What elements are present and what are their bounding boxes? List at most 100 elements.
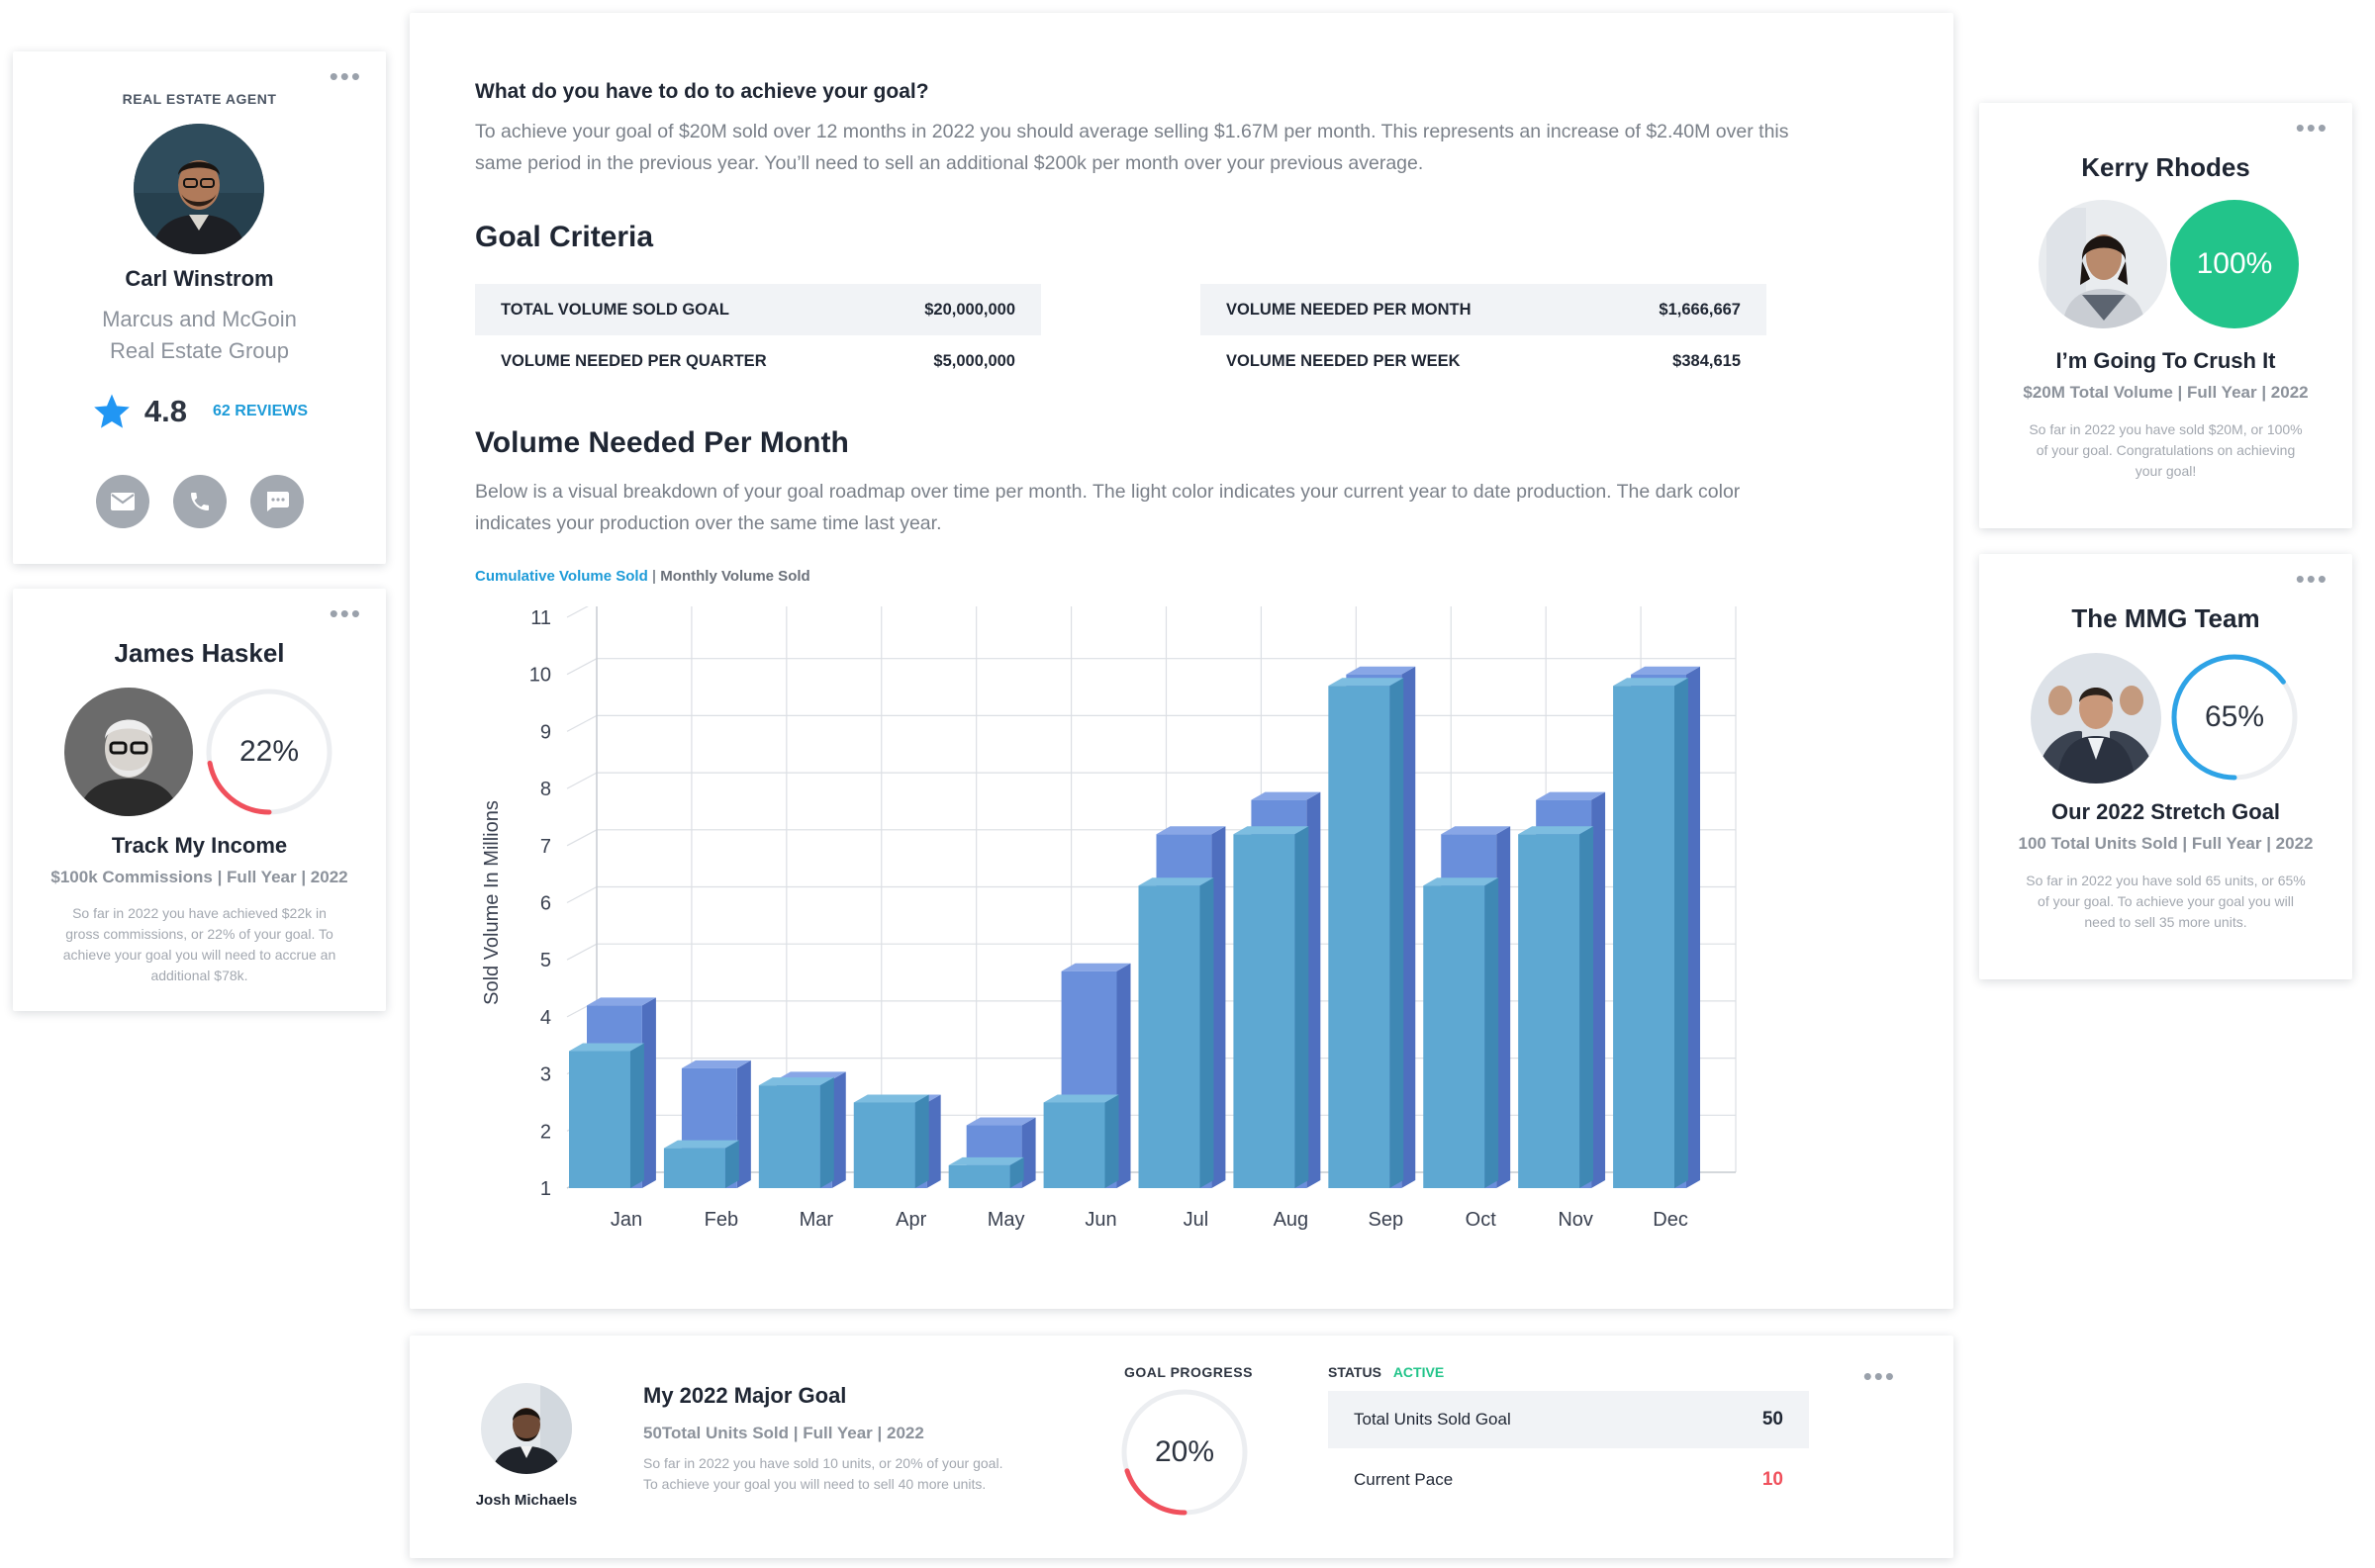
x-tick-label: Mar: [800, 1209, 834, 1231]
avatar: [134, 124, 264, 254]
desc-line: your goal!: [2135, 463, 2197, 479]
desc-line: So far in 2022 you have sold $20M, or 10…: [2029, 421, 2303, 437]
goal-description: So far in 2022 you have achieved $22k in…: [13, 903, 386, 986]
more-options-icon[interactable]: •••: [2296, 566, 2328, 592]
goal-roadmap-panel: What do you have to do to achieve your g…: [410, 13, 1953, 1309]
team-goal-card: ••• The MMG Team 65% Our 2022 Stretch Go…: [1979, 554, 2352, 979]
x-tick-label: Jul: [1184, 1209, 1209, 1231]
x-tick-label: Jun: [1085, 1209, 1116, 1231]
bar-current-year: [1518, 826, 1594, 1188]
goal-title: I’m Going To Crush It: [2055, 348, 2276, 373]
chart-desc-line: Below is a visual breakdown of your goal…: [475, 481, 1741, 503]
avatar: [2039, 200, 2167, 328]
y-tick-label: 3: [540, 1064, 551, 1086]
grid-line: [566, 606, 589, 618]
x-tick-label: Aug: [1274, 1209, 1309, 1231]
chart-desc-line: indicates your production over the same …: [475, 512, 942, 534]
card-owner-name: Kerry Rhodes: [2081, 152, 2250, 182]
more-options-icon[interactable]: •••: [2296, 115, 2328, 140]
more-options-icon[interactable]: •••: [1863, 1363, 1896, 1389]
status-badge: ACTIVE: [1392, 1364, 1445, 1380]
goal-title: Track My Income: [111, 833, 288, 858]
y-tick-label: 5: [540, 950, 551, 971]
y-tick-label: 7: [540, 836, 551, 858]
status-line: STATUS ACTIVE: [1328, 1364, 1444, 1380]
grid-line: [566, 714, 598, 732]
criteria-row: VOLUME NEEDED PER MONTH $1,666,667: [1200, 284, 1766, 335]
intro-paragraph: To achieve your goal of $20M sold over 1…: [475, 116, 1920, 179]
x-tick-label: Nov: [1558, 1209, 1593, 1231]
y-axis-title: Sold Volume In Millions: [481, 800, 503, 1005]
reviews-link[interactable]: 62 REVIEWS: [213, 403, 308, 420]
criteria-table-right: VOLUME NEEDED PER MONTH $1,666,667 VOLUM…: [1200, 284, 1766, 387]
chat-button[interactable]: [249, 475, 304, 528]
person-name: Josh Michaels: [475, 1492, 578, 1509]
row-value: 50: [1761, 1409, 1783, 1430]
agent-profile-card: ••• REAL ESTATE AGENT Carl Winstrom Marc…: [13, 51, 386, 564]
goal-description: So far in 2022 you have sold 65 units, o…: [1979, 871, 2352, 933]
desc-line: need to sell 35 more units.: [2084, 914, 2247, 930]
contact-buttons: [13, 475, 386, 528]
criteria-value: $1,666,667: [1659, 300, 1741, 319]
y-tick-label: 10: [529, 665, 551, 687]
x-tick-label: Sep: [1368, 1209, 1403, 1231]
desc-line: achieve your goal you will need to accru…: [62, 947, 336, 963]
goal-title: Our 2022 Stretch Goal: [2050, 799, 2281, 824]
kerry-goal-card: ••• Kerry Rhodes 100% I’m Going To Crush…: [1979, 103, 2352, 528]
chart-heading: Volume Needed Per Month: [475, 426, 849, 459]
y-tick-label: 11: [530, 607, 551, 629]
goal-description: So far in 2022 you have sold $20M, or 10…: [1979, 419, 2352, 482]
agent-company-line-1: Marcus and McGoin: [102, 307, 297, 331]
bar-current-year: [1233, 826, 1309, 1188]
table-row: Total Units Sold Goal 50: [1328, 1391, 1809, 1448]
criteria-label: VOLUME NEEDED PER WEEK: [1226, 351, 1461, 370]
bar-current-year: [1328, 678, 1404, 1188]
goal-meta: $100k Commissions | Full Year | 2022: [50, 868, 348, 886]
section-question: What do you have to do to achieve your g…: [475, 80, 929, 103]
avatar: [2031, 653, 2161, 784]
criteria-row: VOLUME NEEDED PER QUARTER $5,000,000: [475, 335, 1041, 387]
row-label: Total Units Sold Goal: [1354, 1410, 1511, 1429]
avatar: [64, 688, 193, 816]
criteria-heading: Goal Criteria: [475, 221, 654, 253]
rating-row: 4.8 62 REVIEWS: [13, 392, 386, 431]
criteria-label: TOTAL VOLUME SOLD GOAL: [501, 300, 729, 319]
more-options-icon[interactable]: •••: [330, 600, 362, 626]
progress-ring: 65%: [2170, 653, 2299, 782]
y-tick-label: 6: [540, 893, 551, 915]
desc-line: additional $78k.: [150, 968, 248, 983]
major-goal-card: ••• Josh Michaels My 2022 Major Goal 50T…: [410, 1336, 1953, 1558]
intro-line: To achieve your goal of $20M sold over 1…: [475, 121, 1789, 142]
criteria-row: VOLUME NEEDED PER WEEK $384,615: [1200, 335, 1766, 387]
grid-line: [566, 943, 598, 961]
y-tick-label: 4: [540, 1007, 551, 1029]
x-tick-label: May: [988, 1209, 1025, 1231]
goal-title: My 2022 Major Goal: [643, 1383, 847, 1408]
desc-line: To achieve your goal you will need to se…: [643, 1476, 987, 1492]
bar-current-year: [1423, 877, 1499, 1188]
progress-percent: 100%: [2196, 247, 2273, 280]
goal-description: So far in 2022 you have sold 10 units, o…: [643, 1453, 1002, 1495]
x-tick-label: Apr: [896, 1209, 926, 1231]
more-options-icon[interactable]: •••: [330, 63, 362, 89]
criteria-label: VOLUME NEEDED PER MONTH: [1226, 300, 1472, 319]
chart-description: Below is a visual breakdown of your goal…: [475, 476, 1920, 539]
grid-line: [566, 772, 598, 789]
bar-current-year: [853, 1094, 929, 1188]
grid-line: [566, 885, 598, 904]
bar-current-year: [1138, 877, 1214, 1188]
phone-button[interactable]: [172, 475, 227, 528]
tab-cumulative-volume[interactable]: Cumulative Volume Sold: [475, 568, 648, 585]
desc-line: So far in 2022 you have sold 10 units, o…: [643, 1455, 1003, 1471]
bar-current-year: [569, 1043, 644, 1188]
email-button[interactable]: [95, 475, 149, 528]
tab-separator: |: [651, 568, 657, 585]
desc-line: of your goal. Congratulations on achievi…: [2036, 442, 2296, 458]
desc-line: So far in 2022 you have sold 65 units, o…: [2026, 873, 2306, 888]
phone-icon: [190, 493, 209, 510]
goal-meta: $20M Total Volume | Full Year | 2022: [2023, 383, 2309, 402]
agent-name: Carl Winstrom: [125, 266, 274, 291]
desc-line: So far in 2022 you have achieved $22k in: [72, 905, 327, 921]
tab-monthly-volume[interactable]: Monthly Volume Sold: [660, 568, 809, 585]
criteria-row: TOTAL VOLUME SOLD GOAL $20,000,000: [475, 284, 1041, 335]
